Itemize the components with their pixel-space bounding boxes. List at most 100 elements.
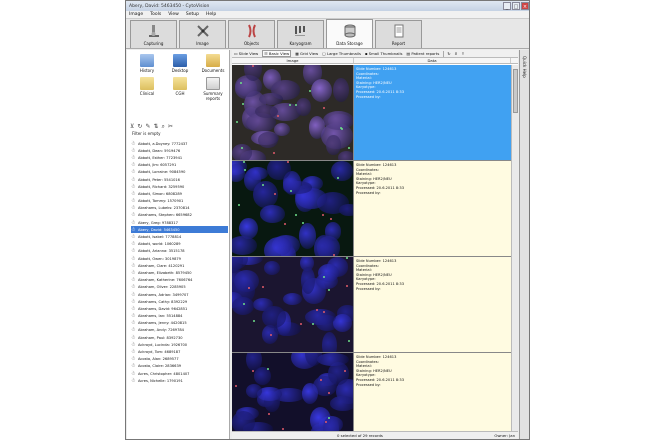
launcher-desktop[interactable]: Desktop: [165, 54, 195, 73]
patient-list-item[interactable]: ☃ Abery, David: 5463450: [131, 226, 228, 234]
refresh-icon[interactable]: ↻: [447, 51, 450, 56]
patient-list-item[interactable]: ☃ Abbott, world: 1060289: [131, 241, 228, 248]
patient-list-item[interactable]: ☃ Abraham, Clare: 4120291: [131, 262, 228, 269]
tab-objects[interactable]: Objects: [228, 20, 275, 48]
list-toolbar: ⊻ ↻ ✎ ⇅ ⌕ ✂: [130, 123, 173, 131]
record-row[interactable]: Slide Number: 124613 Coordinates: Material…: [232, 257, 518, 353]
record-row[interactable]: Slide Number: 124613 Coordinates: Material…: [232, 353, 518, 439]
patient-list-item[interactable]: ☃ Abrahams, Cathy: 8392229: [131, 298, 228, 305]
record-field-by: Processed by:: [356, 382, 381, 387]
maximize-button[interactable]: □: [512, 2, 520, 10]
menu-tools[interactable]: Tools: [150, 12, 161, 17]
quick-help-panel[interactable]: Quick Help: [519, 50, 529, 439]
find-icon[interactable]: ⌕: [162, 123, 165, 131]
tab-data-storage[interactable]: Data Storage: [326, 19, 373, 48]
patient-list-item[interactable]: ☃ Abbott, Lorraine: 9084590: [131, 169, 228, 176]
patient-list-item[interactable]: ☃ Abbott, a.Doyney: 7772437: [131, 140, 228, 147]
patient-list-item[interactable]: ☃ Abrahams, Adrian: 3499707: [131, 291, 228, 298]
patient-list-item[interactable]: ☃ Abrahams, Jenny: 4420815: [131, 320, 228, 327]
patient-list-item[interactable]: ☃ Abbott, Owen: 3019879: [131, 255, 228, 262]
patient-list-item[interactable]: ☃ Abbott, Simon: 6808289: [131, 190, 228, 197]
patient-name: Abraham, Katherine: 7606764: [138, 278, 193, 283]
cell-thumbnail[interactable]: [232, 161, 354, 256]
patient-list-item[interactable]: ☃ Abraham, Elizabeth: 8579450: [131, 269, 228, 276]
patient-list-item[interactable]: ☃ Abbott, Isabel: 7778814: [131, 233, 228, 240]
documents-icon: [206, 54, 220, 67]
patient-list-item[interactable]: ☃ Abbott, Arianna: 3515178: [131, 248, 228, 255]
person-icon: ☃: [131, 226, 136, 233]
column-header-image[interactable]: Image: [232, 58, 354, 63]
patient-list-item[interactable]: ☃ Ackroyd, Tom: 4689187: [131, 348, 228, 355]
record-field-by: Processed by:: [356, 190, 381, 195]
minimize-button[interactable]: _: [503, 2, 511, 10]
patient-list-item[interactable]: ☃ Abrahams, David: 9642851: [131, 305, 228, 312]
patient-list-item[interactable]: ☃ Abraham, Katherine: 7606764: [131, 277, 228, 284]
patient-list-item[interactable]: ☃ Abbott, Esther: 7723941: [131, 154, 228, 161]
launcher-cgh[interactable]: CGH: [165, 77, 195, 101]
large-thumbnails-button[interactable]: ▢ Large Thumbnails: [322, 51, 361, 56]
close-button[interactable]: ×: [521, 2, 529, 10]
patient-list-item[interactable]: ☃ Abraham, Oliver: 2285905: [131, 284, 228, 291]
menu-image[interactable]: Image: [129, 12, 143, 17]
menu-setup[interactable]: Setup: [186, 12, 199, 17]
patient-list-item[interactable]: ☃ Acosta, Claire: 2836639: [131, 363, 228, 370]
scrollbar-thumb[interactable]: [513, 69, 518, 113]
tab-report[interactable]: Report: [375, 20, 422, 48]
person-icon: ☃: [131, 241, 136, 248]
quick-help-label: Quick Help: [522, 56, 527, 78]
refresh-icon[interactable]: ↻: [137, 123, 142, 131]
tab-label: Objects: [243, 41, 260, 46]
patient-list-item[interactable]: ☃ Abbott, Tommy: 1570901: [131, 198, 228, 205]
nucleus-blob: [330, 396, 353, 411]
patient-list-item[interactable]: ☃ Abrahams, Ian: 5514884: [131, 313, 228, 320]
signal-dot: [345, 285, 348, 288]
basic-view-button[interactable]: ☷ Basic View: [262, 50, 292, 57]
slide-view-button[interactable]: ▭ Slide View: [234, 51, 258, 56]
record-data: Slide Number: 124613 Coordinates: Material…: [354, 257, 511, 352]
vertical-scrollbar[interactable]: [511, 65, 518, 431]
person-icon: ☃: [131, 320, 136, 327]
cell-thumbnail[interactable]: [232, 353, 354, 439]
person-icon: ☃: [131, 154, 136, 161]
tab-capturing[interactable]: Capturing: [130, 20, 177, 48]
export-icon[interactable]: ⇪: [461, 51, 464, 56]
tools-icon[interactable]: ✂: [168, 123, 173, 131]
patient-list-item[interactable]: ☃ Abery, Greg: 9788317: [131, 219, 228, 226]
cell-thumbnail[interactable]: [232, 65, 354, 160]
filter-icon[interactable]: ⊻: [455, 51, 458, 56]
patient-reports-button[interactable]: ▤ Patient reports: [407, 51, 440, 56]
patient-list-item[interactable]: ☃ Abbott, Jim: 6057291: [131, 162, 228, 169]
nucleus-blob: [263, 237, 294, 256]
record-row[interactable]: Slide Number: 124613 Coordinates: Material…: [232, 65, 518, 161]
patient-list-item[interactable]: ☃ Abrahams, Lubeks: 2370814: [131, 205, 228, 212]
sort-icon[interactable]: ⇅: [153, 123, 158, 131]
cell-thumbnail[interactable]: [232, 257, 354, 352]
patient-list-item[interactable]: ☃ Acres, Christopher: 4801407: [131, 370, 228, 377]
tab-karyogram[interactable]: Karyogram: [277, 20, 324, 48]
record-data: Slide Number: 124613 Coordinates: Material…: [354, 161, 511, 256]
launcher-documents[interactable]: Documents: [198, 54, 228, 73]
patient-list-item[interactable]: ☃ Abraham, Paul: 8392730: [131, 334, 228, 341]
patient-list-item[interactable]: ☃ Abraham, Andy: 7269784: [131, 327, 228, 334]
record-row[interactable]: Slide Number: 124613 Coordinates: Material…: [232, 161, 518, 257]
patient-list-item[interactable]: ☃ Abbott, Peter: 5541016: [131, 176, 228, 183]
patient-list-item[interactable]: ☃ Acosta, Alan: 2689577: [131, 356, 228, 363]
column-header-data[interactable]: Data: [354, 58, 511, 63]
patient-list-item[interactable]: ☃ Abrahams, Stephen: 6659682: [131, 212, 228, 219]
launcher-clinical[interactable]: Clinical: [132, 77, 162, 101]
edit-icon[interactable]: ✎: [145, 123, 150, 131]
menu-view[interactable]: View: [168, 12, 179, 17]
launcher-summary-reports[interactable]: Summary reports: [198, 77, 228, 101]
filter-icon[interactable]: ⊻: [130, 123, 134, 131]
launcher-history[interactable]: History: [132, 54, 162, 73]
patient-list-item[interactable]: ☃ Abbott, Richard: 3259590: [131, 183, 228, 190]
tab-image[interactable]: Image: [179, 20, 226, 48]
patient-list-item[interactable]: ☃ Acres, Nichelle: 1790191: [131, 377, 228, 384]
small-thumbnails-button[interactable]: ▪ Small Thumbnails: [365, 51, 403, 56]
patient-list-item[interactable]: ☃ Abbott, Dean: 5919476: [131, 147, 228, 154]
grid-view-button[interactable]: ▦ Grid View: [295, 51, 318, 56]
patient-name: Abbott, Lorraine: 9084590: [138, 170, 186, 175]
menu-help[interactable]: Help: [206, 12, 216, 17]
patient-list-item[interactable]: ☃ Ackroyd, Lucinda: 1926700: [131, 341, 228, 348]
chromosome-icon: [196, 25, 209, 37]
